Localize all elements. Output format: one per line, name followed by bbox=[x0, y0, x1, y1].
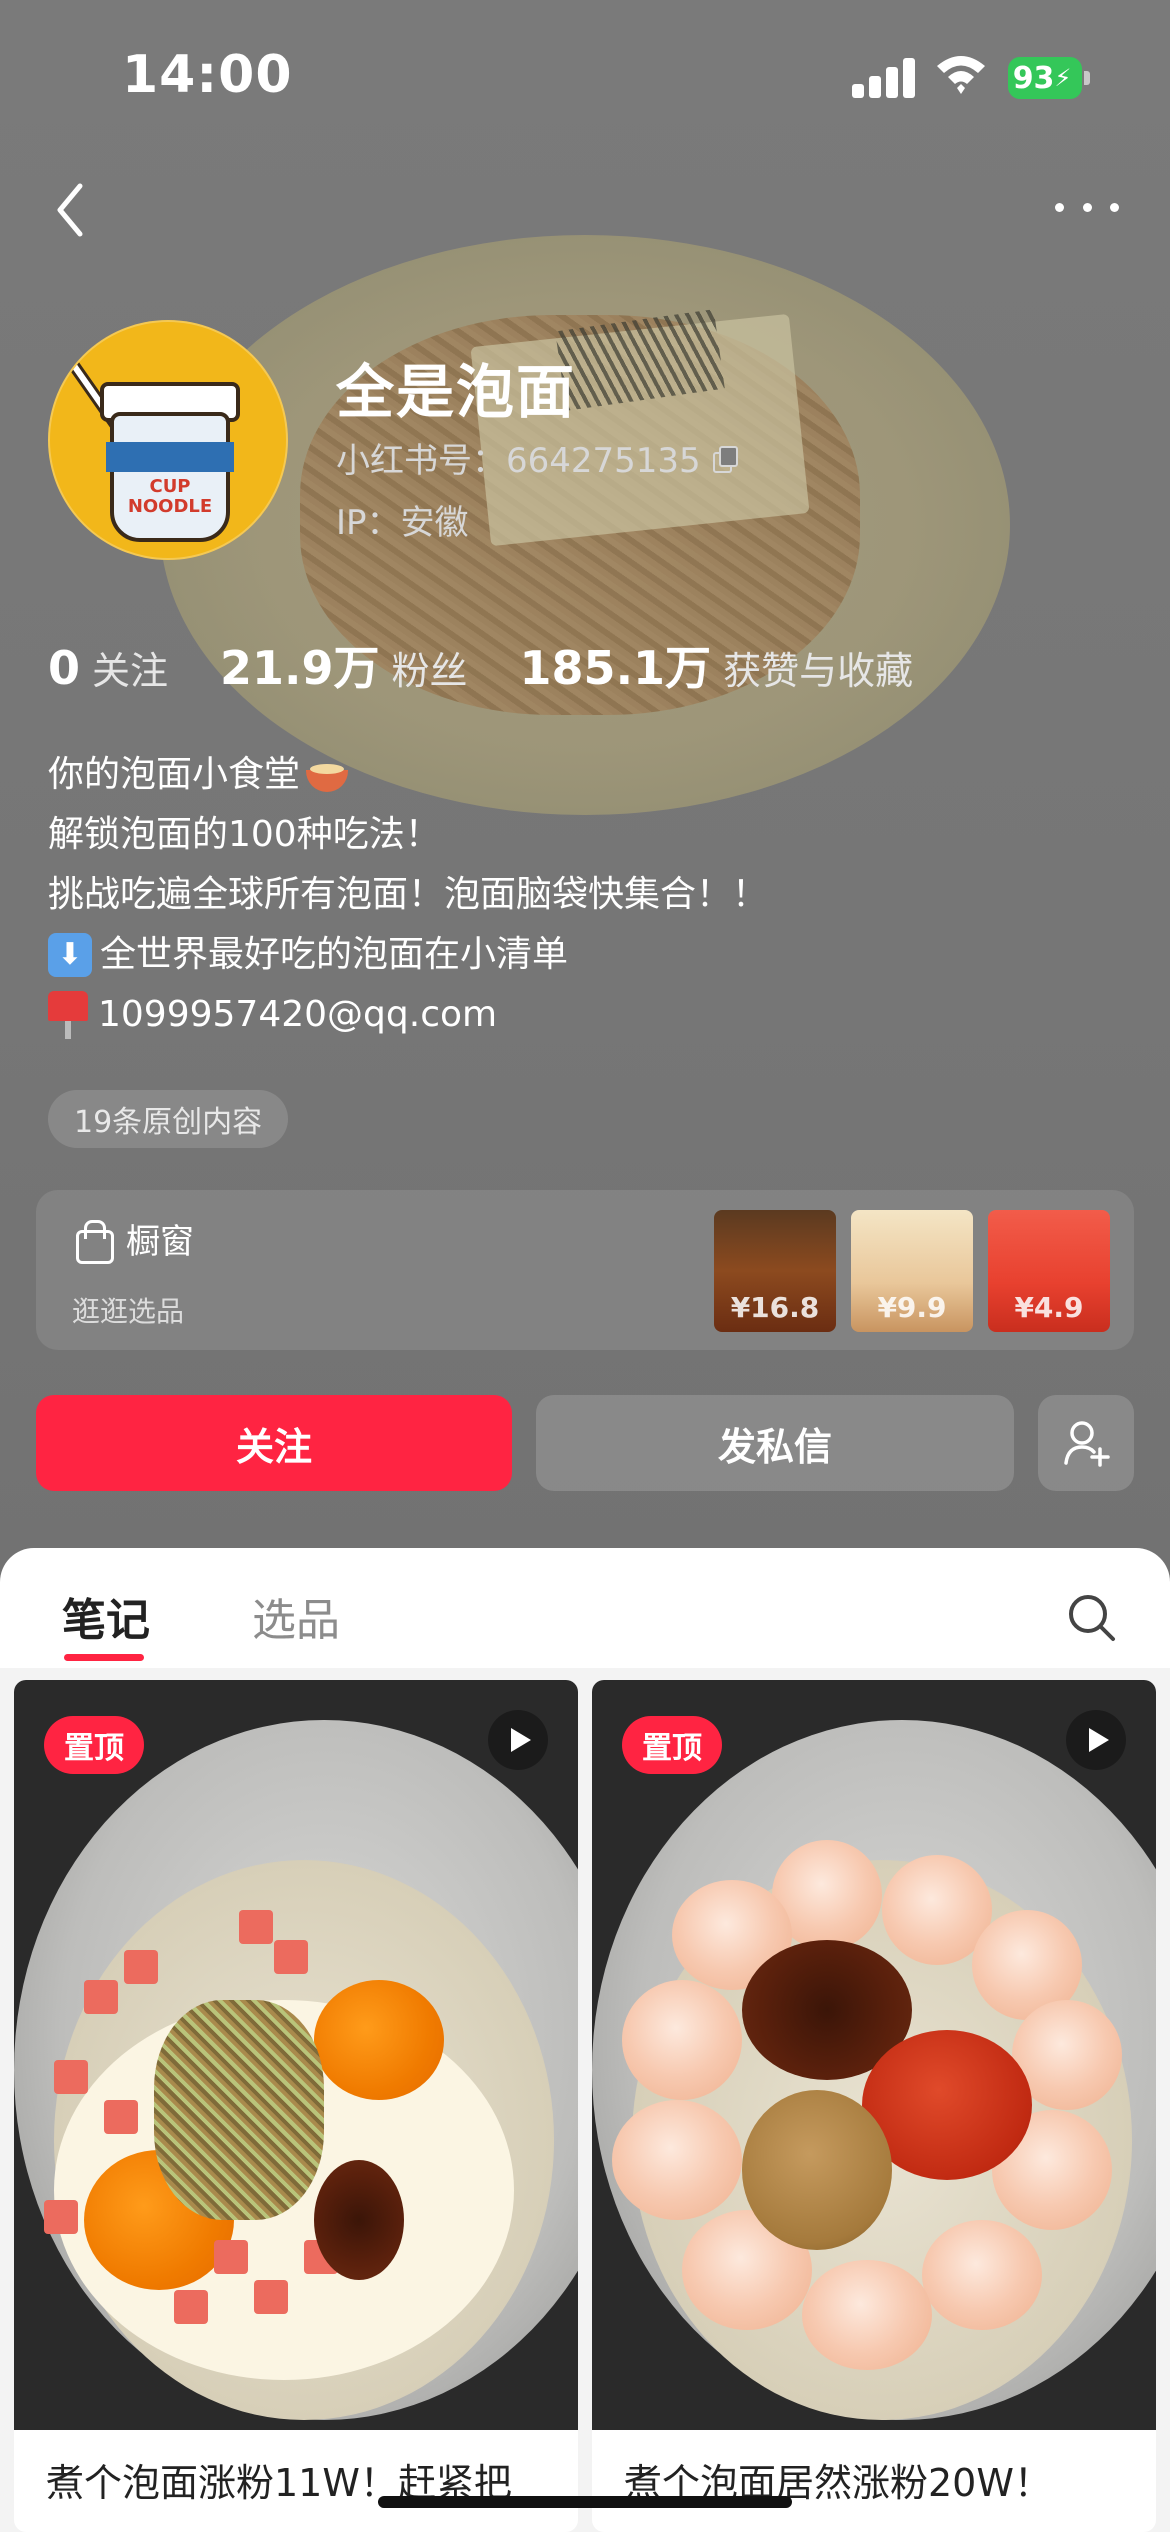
note-cover-image: 置顶 bbox=[592, 1680, 1156, 2430]
battery-icon: 93 ⚡ bbox=[1008, 57, 1090, 99]
search-icon[interactable] bbox=[1064, 1590, 1118, 1644]
bio-line: 挑战吃遍全球所有泡面！泡面脑袋快集合！！ bbox=[48, 874, 769, 915]
bio-line: 解锁泡面的100种吃法！ bbox=[48, 814, 441, 855]
active-tab-indicator bbox=[64, 1654, 144, 1661]
pinned-badge: 置顶 bbox=[44, 1716, 144, 1774]
copy-icon[interactable] bbox=[712, 445, 738, 473]
avatar[interactable]: CUP NOODLE bbox=[48, 320, 288, 560]
status-bar: 14:00 93 ⚡ bbox=[0, 0, 1170, 150]
shopping-bag-icon bbox=[76, 1219, 114, 1264]
back-arrow-icon[interactable] bbox=[48, 178, 98, 242]
home-indicator[interactable] bbox=[378, 2496, 792, 2508]
product-price: ¥16.8 bbox=[730, 1291, 820, 1324]
stat-label: 粉丝 bbox=[391, 649, 468, 693]
profile-name: 全是泡面 bbox=[336, 358, 577, 426]
profile-id: 小红书号：664275135 bbox=[336, 433, 738, 482]
down-arrow-icon bbox=[48, 933, 92, 977]
pinned-badge: 置顶 bbox=[622, 1716, 722, 1774]
stat-value: 21.9万 bbox=[220, 641, 380, 695]
stat-label: 获赞与收藏 bbox=[723, 649, 914, 693]
product-price: ¥4.9 bbox=[1014, 1291, 1084, 1324]
tab-picks[interactable]: 选品 bbox=[252, 1584, 340, 1648]
profile-ip: IP：安徽 bbox=[336, 503, 469, 543]
bio-line: 你的泡面小食堂 bbox=[48, 754, 301, 795]
noodle-bowl-icon bbox=[304, 756, 350, 794]
video-play-icon bbox=[1066, 1710, 1126, 1770]
note-card[interactable]: 置顶 煮个泡面居然涨粉20W！ bbox=[592, 1680, 1156, 2532]
mailbox-icon bbox=[48, 991, 88, 1039]
stat-following[interactable]: 0 关注 bbox=[48, 640, 168, 695]
stat-likes-collects[interactable]: 185.1万 获赞与收藏 bbox=[520, 632, 914, 698]
shop-window-card[interactable]: 橱窗 逛逛选品 ¥16.8 ¥9.9 ¥4.9 bbox=[36, 1190, 1134, 1350]
content-tabs: 笔记 选品 bbox=[0, 1548, 1170, 1668]
battery-level: 93 bbox=[1012, 60, 1055, 96]
profile-bio: 你的泡面小食堂 解锁泡面的100种吃法！ 挑战吃遍全球所有泡面！泡面脑袋快集合！… bbox=[48, 745, 768, 1045]
wifi-icon bbox=[937, 56, 985, 94]
stat-followers[interactable]: 21.9万 粉丝 bbox=[220, 632, 468, 698]
shop-product-thumbnail[interactable]: ¥4.9 bbox=[988, 1210, 1110, 1332]
shop-subtitle: 逛逛选品 bbox=[72, 1295, 185, 1328]
add-user-icon bbox=[1064, 1421, 1110, 1467]
stat-value: 0 bbox=[48, 641, 81, 695]
stat-label: 关注 bbox=[92, 649, 169, 693]
shop-product-thumbnail[interactable]: ¥16.8 bbox=[714, 1210, 836, 1332]
profile-stats: 0 关注 21.9万 粉丝 185.1万 获赞与收藏 bbox=[48, 632, 965, 698]
stat-value: 185.1万 bbox=[519, 641, 712, 695]
profile-id-text: 小红书号：664275135 bbox=[336, 441, 701, 481]
add-friend-button[interactable] bbox=[1038, 1395, 1134, 1491]
status-time: 14:00 bbox=[122, 45, 293, 105]
note-cover-image: 置顶 bbox=[14, 1680, 578, 2430]
bio-line: 全世界最好吃的泡面在小清单 bbox=[100, 934, 569, 975]
shop-title: 橱窗 bbox=[76, 1214, 194, 1264]
shop-product-thumbnail[interactable]: ¥9.9 bbox=[851, 1210, 973, 1332]
more-options-icon[interactable] bbox=[1055, 195, 1119, 219]
note-card[interactable]: 置顶 煮个泡面涨粉11W！赶紧把 bbox=[14, 1680, 578, 2532]
video-play-icon bbox=[488, 1710, 548, 1770]
send-message-button[interactable]: 发私信 bbox=[536, 1395, 1014, 1491]
cellular-signal-icon bbox=[852, 58, 915, 98]
product-price: ¥9.9 bbox=[877, 1291, 947, 1324]
bio-email: 1099957420@qq.com bbox=[98, 994, 498, 1035]
follow-button[interactable]: 关注 bbox=[36, 1395, 512, 1491]
shop-title-label: 橱窗 bbox=[126, 1222, 194, 1262]
tab-notes[interactable]: 笔记 bbox=[62, 1584, 150, 1648]
content-sheet: 笔记 选品 置顶 煮个泡面涨粉11W！赶紧把 置顶 煮个泡面居然涨粉20W！ bbox=[0, 1548, 1170, 2532]
original-content-badge[interactable]: 19条原创内容 bbox=[48, 1090, 289, 1148]
